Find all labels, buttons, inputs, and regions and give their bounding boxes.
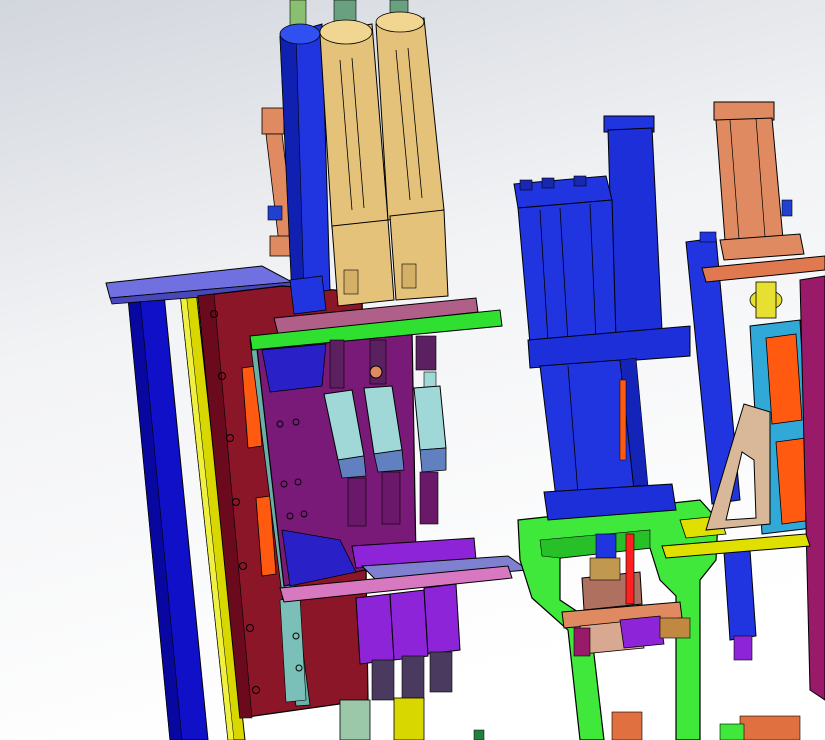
cad-viewport[interactable] bbox=[0, 0, 825, 740]
assembly-drawing bbox=[0, 0, 825, 740]
dual-servo-motors[interactable] bbox=[279, 0, 449, 315]
